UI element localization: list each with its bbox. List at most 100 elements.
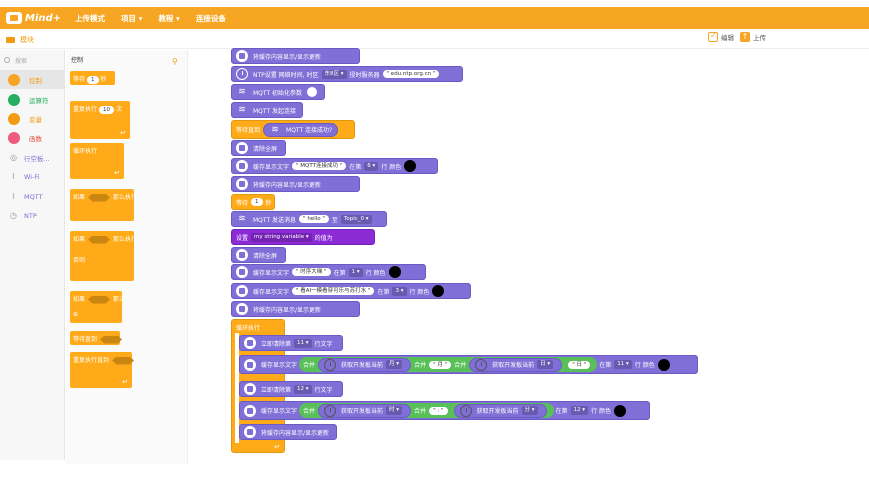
sidebar-item-mqtt[interactable]: ⌇ MQTT [0, 187, 64, 206]
variable-dropdown[interactable]: my string variable ▾ [251, 232, 312, 242]
row-dropdown[interactable]: 6 ▾ [364, 161, 379, 171]
sidebar-item-functions[interactable]: 函数 [0, 128, 64, 147]
topic-dropdown[interactable]: Topic_0 ▾ [340, 214, 372, 224]
sidebar-item-label: 行空板... [24, 154, 50, 163]
wait-until-block[interactable]: 等待直到 MQTT 连接成功? [231, 120, 355, 139]
menu-tutorial[interactable]: 教程 ▾ [158, 13, 179, 24]
timezone-dropdown[interactable]: 东8区 ▾ [321, 69, 347, 79]
row-dropdown[interactable]: 12 ▾ [570, 406, 589, 415]
block-text: 循环执行 [236, 325, 261, 332]
row-dropdown[interactable]: 12 ▾ [294, 384, 312, 394]
clear-row-block[interactable]: 立即清除第 12 ▾ 行文字 [239, 381, 343, 397]
lcd-refresh-block[interactable]: 将缓存内容显示/显示更新 [231, 301, 360, 317]
row-dropdown[interactable]: 11 ▾ [614, 360, 632, 369]
join-block[interactable]: 合并 获取开发板当前月 ▾ 合并 " 月 " 合并 获取开发板当前日 ▾ " 日 … [299, 357, 598, 372]
text-field[interactable]: " MQTT连接成功 " [292, 162, 347, 170]
palette-repeat-block[interactable]: 重复执行 10 次 ↵ [70, 101, 130, 139]
add-icon[interactable]: ⊕ [73, 311, 78, 318]
sidebar-item-ntp[interactable]: ◷ NTP [0, 206, 64, 225]
palette-wait-until-block[interactable]: 等待直到 [70, 331, 123, 345]
hour-dropdown[interactable]: 时 ▾ [386, 406, 403, 415]
lcd-icon [236, 142, 248, 154]
block-text: NTP设置 网络时间, 时区 [253, 71, 319, 79]
message-field[interactable]: " hello " [299, 215, 329, 223]
sidebar-item-operators[interactable]: 运算符 [0, 90, 64, 109]
text-field[interactable]: " 看AI一模看穿可乐与苏打水 " [292, 287, 375, 295]
search-input[interactable]: 搜索 [4, 54, 62, 66]
separator-field[interactable]: " : " [429, 406, 448, 415]
row-dropdown[interactable]: 1 ▾ [348, 267, 363, 277]
mqtt-connect-block[interactable]: MQTT 发起连接 [231, 102, 303, 118]
lcd-icon [236, 266, 248, 278]
color-swatch[interactable] [657, 358, 670, 371]
get-month-block[interactable]: 获取开发板当前月 ▾ [318, 357, 412, 372]
palette-wait-block[interactable]: 等待 1 秒 [70, 71, 115, 85]
palette-if-then-block[interactable]: 如果 那么执行 [70, 189, 137, 221]
month-dropdown[interactable]: 月 ▾ [386, 360, 403, 369]
color-swatch[interactable] [432, 285, 445, 297]
sidebar-item-variables[interactable]: 变量 [0, 109, 64, 128]
pin-icon[interactable]: ⚲ [172, 57, 178, 66]
row-dropdown[interactable]: 3 ▾ [392, 286, 407, 296]
upload-button[interactable]: 上传 [753, 32, 766, 42]
text-field[interactable]: " 时序大梯 " [292, 268, 331, 276]
wait-seconds-block[interactable]: 等待 1 秒 [231, 194, 275, 210]
block-text: 将缓存内容显示/显示更新 [253, 181, 322, 189]
month-string-field[interactable]: " 月 " [429, 360, 452, 369]
color-swatch[interactable] [613, 404, 626, 417]
clock-icon [324, 358, 337, 371]
lcd-refresh-block[interactable]: 将缓存内容显示/显示更新 [231, 176, 360, 192]
row-dropdown[interactable]: 11 ▾ [294, 338, 312, 348]
cache-date-text-block[interactable]: 缓存显示文字 合并 获取开发板当前月 ▾ 合并 " 月 " 合并 获取开发板当前日… [239, 355, 698, 374]
sidebar-item-label: 控制 [29, 76, 42, 85]
color-swatch[interactable] [388, 266, 401, 278]
minute-dropdown[interactable]: 分 ▾ [521, 406, 538, 415]
block-text: 次 [116, 106, 123, 113]
set-variable-block[interactable]: 设置 my string variable ▾ 的值为 [231, 229, 375, 245]
tab-blocks[interactable]: 模块 [6, 33, 66, 47]
edit-checkbox-icon[interactable] [708, 31, 718, 42]
sidebar-item-wifi[interactable]: ⌇ Wi-Fi [0, 167, 64, 186]
palette-if-else-block[interactable]: 如果 那么执行 否则 [70, 231, 137, 281]
ntp-setup-block[interactable]: NTP设置 网络时间, 时区 东8区 ▾ 授时服务器 " edu.ntp.org.cn… [231, 66, 463, 82]
lcd-refresh-block[interactable]: 将缓存内容显示/显示更新 [231, 48, 360, 64]
get-day-block[interactable]: 获取开发板当前日 ▾ [469, 357, 563, 372]
upload-icon[interactable]: ↑ [740, 32, 750, 42]
clear-screen-block[interactable]: 清除全屏 [231, 247, 286, 263]
day-dropdown[interactable]: 日 ▾ [537, 360, 554, 369]
mqtt-connected-condition[interactable]: MQTT 连接成功? [263, 122, 339, 137]
block-text: 合并 [414, 362, 427, 369]
menu-connect-device[interactable]: 连接设备 [196, 13, 226, 24]
clear-screen-block[interactable]: 清除全屏 [231, 140, 286, 156]
get-minute-block[interactable]: 获取开发板当前分 ▾ [453, 403, 547, 418]
menu-project[interactable]: 项目 ▾ [121, 13, 142, 24]
cache-text-block[interactable]: 缓存显示文字 " MQTT连接成功 " 在第 6 ▾ 行 颜色 [231, 158, 438, 174]
palette-if-block[interactable]: 如果 那么 ⊕ [70, 291, 125, 323]
get-hour-block[interactable]: 获取开发板当前时 ▾ [318, 403, 412, 418]
join-block[interactable]: 合并 获取开发板当前时 ▾ 合并 " : " 获取开发板当前分 ▾ [299, 403, 554, 418]
clear-row-block[interactable]: 立即清除第 11 ▾ 行文字 [239, 335, 343, 351]
mqtt-icon [236, 86, 248, 98]
cache-text-block[interactable]: 缓存显示文字 " 看AI一模看穿可乐与苏打水 " 在第 3 ▾ 行 颜色 [231, 283, 471, 299]
seconds-field[interactable]: 1 [251, 198, 263, 206]
day-string-field[interactable]: " 日 " [568, 360, 591, 369]
gear-icon[interactable] [307, 87, 318, 97]
menu-upload-mode[interactable]: 上传模式 [75, 13, 105, 24]
cache-text-block[interactable]: 缓存显示文字 " 时序大梯 " 在第 1 ▾ 行 颜色 [231, 264, 426, 280]
lcd-icon [236, 285, 248, 297]
sidebar-item-control[interactable]: 控制 [0, 70, 64, 89]
mqtt-init-block[interactable]: MQTT 初始化参数 [231, 84, 325, 100]
palette-forever-block[interactable]: 循环执行 ↵ [70, 143, 124, 179]
lcd-refresh-block[interactable]: 将缓存内容显示/显示更新 [239, 424, 337, 440]
palette-repeat-until-block[interactable]: 重复执行直到 ↵ [70, 352, 135, 388]
lcd-icon [236, 50, 248, 62]
ntp-server-field[interactable]: " edu.ntp.org.cn " [382, 70, 440, 78]
sidebar-item-unihiker[interactable]: ◎ 行空板... [0, 148, 64, 167]
block-text: 等待 [236, 199, 249, 207]
edit-label[interactable]: 编辑 [721, 32, 734, 42]
block-text: 获取开发板当前 [476, 408, 519, 415]
cache-time-text-block[interactable]: 缓存显示文字 合并 获取开发板当前时 ▾ 合并 " : " 获取开发板当前分 ▾ … [239, 401, 650, 420]
color-swatch[interactable] [404, 160, 417, 172]
mqtt-publish-block[interactable]: MQTT 发送消息" hello "至Topic_0 ▾ [231, 211, 387, 227]
sidebar-item-label: Wi-Fi [24, 172, 40, 181]
